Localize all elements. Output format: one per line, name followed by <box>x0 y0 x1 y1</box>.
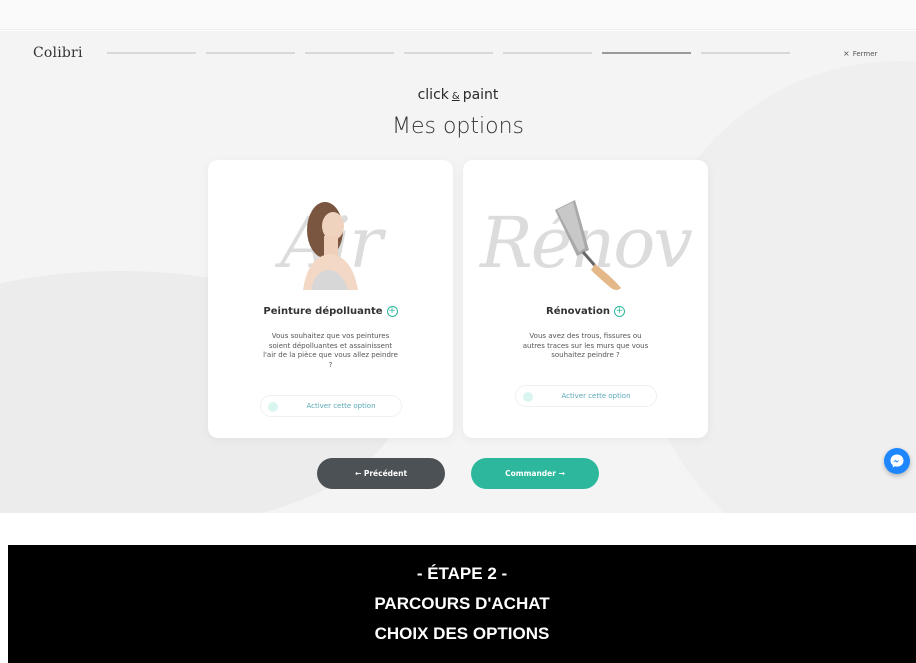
card-title-text: Rénovation <box>546 306 610 317</box>
progress-bar <box>107 52 790 54</box>
progress-step <box>206 52 295 54</box>
card-description: Vous souhaitez que vos peintures soient … <box>263 332 398 369</box>
progress-step <box>503 52 592 54</box>
activate-option-toggle[interactable]: Activer cette option <box>515 385 657 407</box>
progress-step-active <box>602 52 691 54</box>
progress-step <box>107 52 196 54</box>
messenger-glyph <box>890 454 904 468</box>
logo[interactable]: Colibri <box>33 45 83 61</box>
page-title: Mes options <box>392 114 524 139</box>
progress-step <box>701 52 790 54</box>
caption-step: - ÉTAPE 2 - <box>416 564 508 583</box>
app-window: Colibri × Fermer click & paint Mes options… <box>0 31 916 513</box>
toggle-knob <box>268 402 278 412</box>
toggle-label: Activer cette option <box>306 402 376 410</box>
option-illustration: Rénov <box>463 190 708 290</box>
plus-circle-icon[interactable]: + <box>613 306 625 317</box>
plus-circle-icon[interactable]: + <box>386 306 398 317</box>
option-card-depolluante: Air Peinture dépolluante + Vous souhaite… <box>208 160 453 438</box>
toggle-label: Activer cette option <box>561 392 631 400</box>
activate-option-toggle[interactable]: Activer cette option <box>260 395 402 417</box>
page: Colibri × Fermer click & paint Mes options… <box>0 0 916 663</box>
caption-journey: PARCOURS D'ACHAT <box>374 594 550 613</box>
brand-amp: & <box>451 91 460 102</box>
progress-step <box>305 52 394 54</box>
card-title: Rénovation + <box>463 306 708 317</box>
option-card-renovation: Rénov Rénovation + Vous avez des trous, … <box>463 160 708 438</box>
step-caption-banner: - ÉTAPE 2 - PARCOURS D'ACHAT CHOIX DES O… <box>8 545 916 663</box>
brand-right: paint <box>462 87 499 103</box>
close-label: Fermer <box>852 49 878 58</box>
previous-button[interactable]: ← Précédent <box>317 458 445 489</box>
order-button[interactable]: Commander → <box>471 458 599 489</box>
caption-choice: CHOIX DES OPTIONS <box>374 624 550 643</box>
card-title: Peinture dépolluante + <box>208 306 453 317</box>
trowel-image <box>555 200 621 290</box>
close-icon: × <box>843 49 850 58</box>
option-illustration: Air <box>208 190 453 290</box>
woman-image <box>303 202 358 290</box>
toggle-knob <box>523 392 533 402</box>
brand-logo: click & paint <box>0 87 916 103</box>
card-description: Vous avez des trous, fissures ou autres … <box>522 332 649 359</box>
progress-step <box>404 52 493 54</box>
top-strip <box>0 0 916 30</box>
brand-left: click <box>417 87 449 103</box>
messenger-icon[interactable] <box>884 448 910 474</box>
close-button[interactable]: × Fermer <box>843 49 877 58</box>
card-title-text: Peinture dépolluante <box>263 306 383 317</box>
